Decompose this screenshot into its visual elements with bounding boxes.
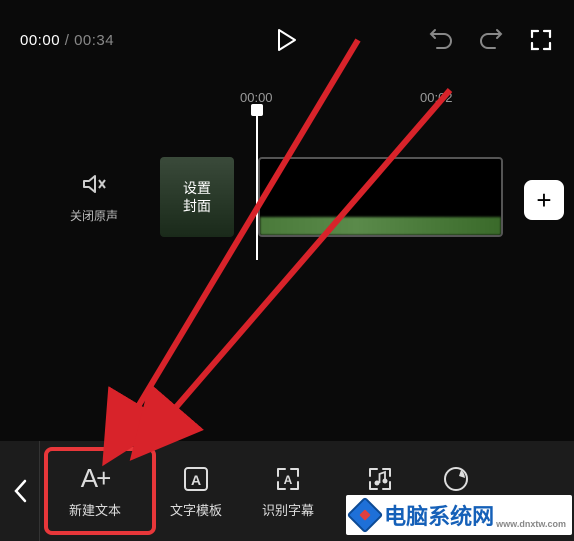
mute-audio-button[interactable]: 关闭原声 — [70, 170, 118, 224]
video-editor: 00:00 / 00:34 00:00 00:02 — [0, 0, 574, 541]
time-separator: / — [65, 32, 74, 49]
chevron-left-icon — [13, 479, 27, 503]
watermark-url: www.dnxtw.com — [496, 519, 566, 529]
current-time: 00:00 — [20, 32, 60, 49]
right-controls — [428, 27, 554, 53]
toolbar-label: 识别字幕 — [262, 500, 314, 519]
ruler-mark: 00:00 — [240, 90, 273, 105]
toolbar-label: 文字模板 — [170, 500, 222, 519]
undo-icon — [429, 28, 453, 52]
svg-text:A: A — [284, 473, 293, 487]
total-time: 00:34 — [74, 32, 114, 49]
ruler-mark: 00:02 — [420, 90, 453, 105]
time-display: 00:00 / 00:34 — [20, 32, 114, 49]
back-button[interactable] — [0, 441, 40, 541]
mute-label: 关闭原声 — [70, 207, 118, 224]
redo-button[interactable] — [478, 27, 504, 53]
undo-button[interactable] — [428, 27, 454, 53]
cover-label-1: 设置 — [183, 179, 211, 197]
redo-icon — [479, 28, 503, 52]
watermark-logo-icon — [347, 497, 384, 534]
plus-icon: + — [536, 185, 551, 216]
text-template-icon: A — [181, 464, 211, 494]
add-clip-button[interactable]: + — [524, 180, 564, 220]
set-cover-button[interactable]: 设置 封面 — [160, 157, 234, 237]
lyrics-icon — [365, 464, 395, 494]
player-controls: 00:00 / 00:34 — [0, 18, 574, 62]
fullscreen-icon — [529, 28, 553, 52]
speaker-mute-icon — [80, 170, 108, 198]
watermark-text: 电脑系统网 — [384, 499, 494, 531]
new-text-button[interactable]: A+ 新建文本 — [40, 441, 150, 541]
sticker-icon — [441, 464, 471, 494]
video-clip[interactable] — [258, 157, 503, 237]
recognize-subtitle-button[interactable]: A 识别字幕 — [242, 441, 334, 541]
subtitle-icon: A — [273, 464, 303, 494]
playhead[interactable] — [256, 110, 258, 260]
timeline[interactable]: 00:00 00:02 关闭原声 设置 封面 + — [0, 80, 574, 360]
fullscreen-button[interactable] — [528, 27, 554, 53]
time-ruler: 00:00 00:02 — [0, 90, 574, 114]
text-add-icon: A+ — [81, 463, 110, 494]
svg-text:A: A — [191, 472, 201, 488]
watermark: 电脑系统网 www.dnxtw.com — [346, 495, 572, 535]
play-button[interactable] — [272, 25, 302, 55]
video-track: 关闭原声 设置 封面 + — [0, 152, 574, 242]
play-icon — [277, 28, 297, 52]
text-template-button[interactable]: A 文字模板 — [150, 441, 242, 541]
cover-label-2: 封面 — [183, 197, 211, 215]
toolbar-label: 新建文本 — [69, 500, 121, 519]
